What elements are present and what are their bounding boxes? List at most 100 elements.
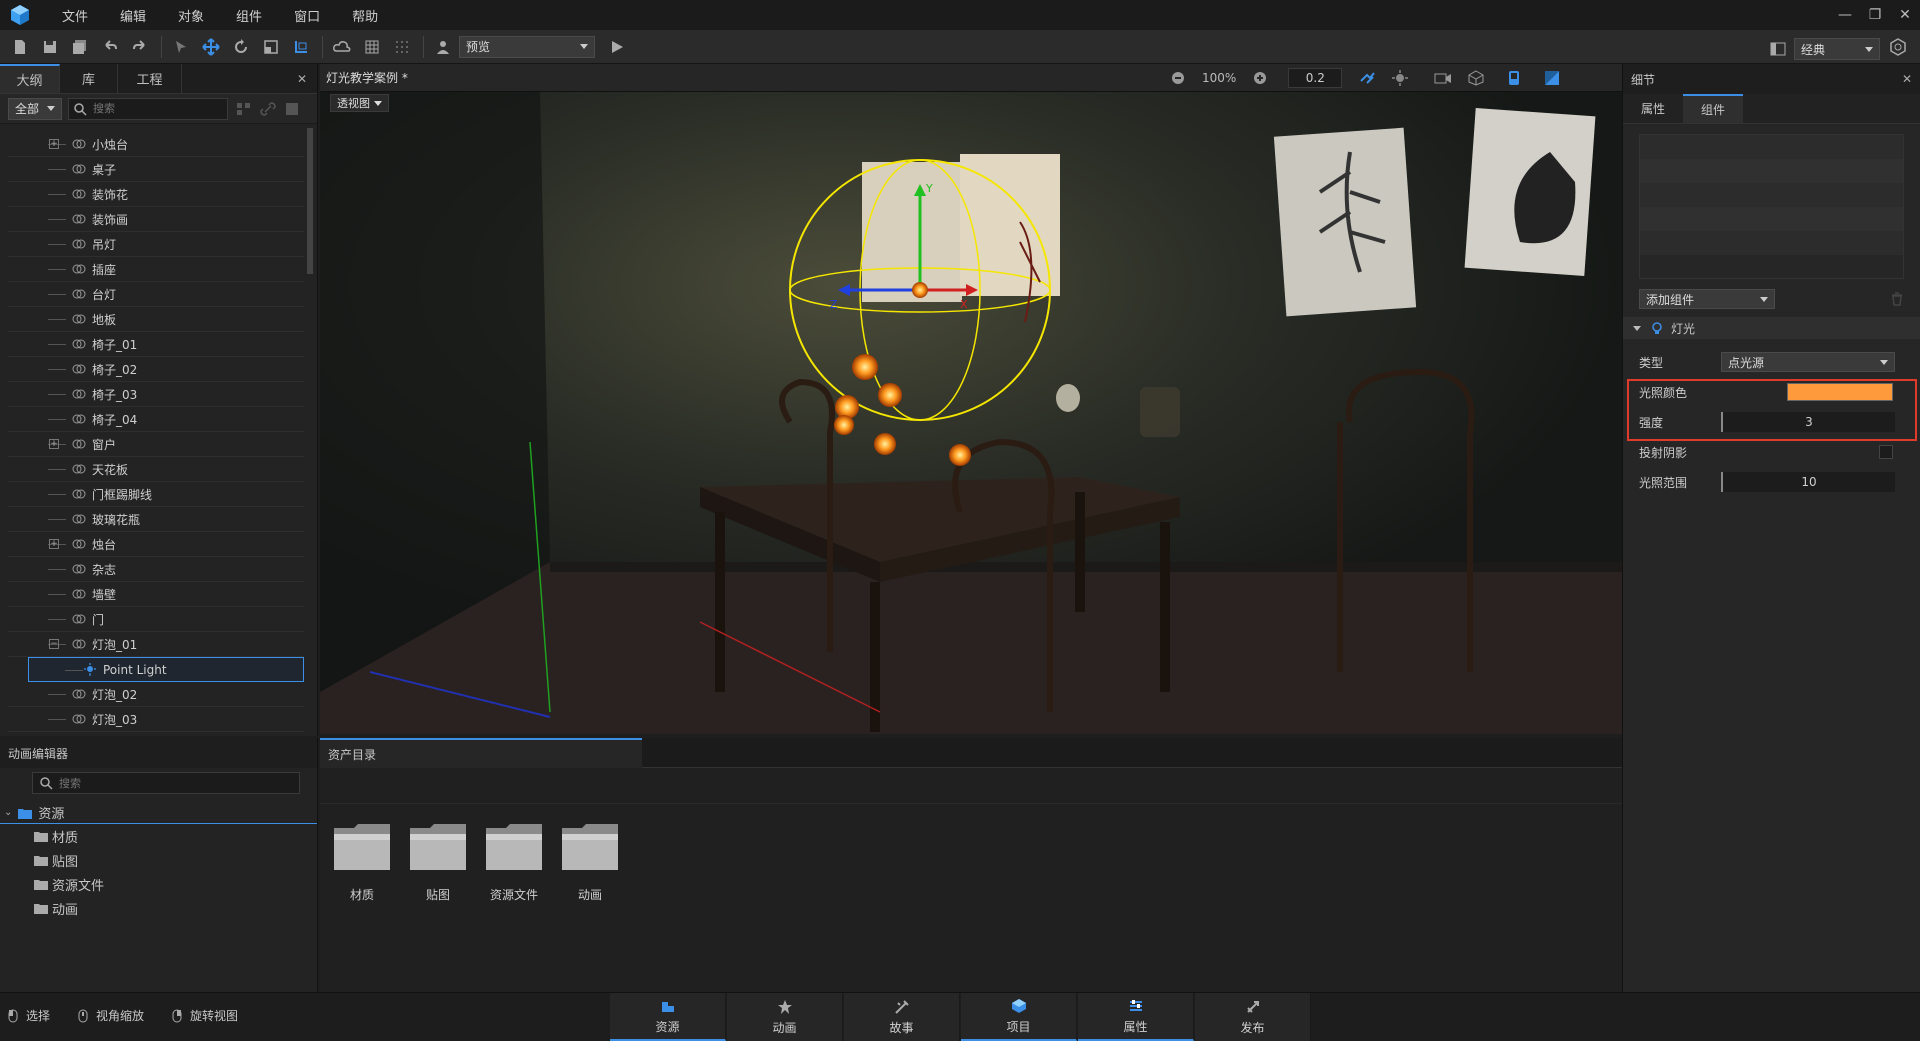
scale-tool-icon[interactable] [257, 33, 285, 61]
menu-help[interactable]: 帮助 [336, 6, 394, 25]
outline-item[interactable]: − 灯泡_01 [8, 632, 304, 657]
sort-icon[interactable] [236, 101, 252, 117]
tab-properties[interactable]: 属性 [1623, 94, 1683, 123]
outline-item[interactable]: + 烛台 [8, 532, 304, 557]
save-icon[interactable] [36, 33, 64, 61]
preview-dropdown[interactable]: 预览 [459, 35, 595, 58]
snap-value-field[interactable]: 0.2 [1288, 67, 1343, 88]
tab-project[interactable]: 工程 [118, 64, 182, 93]
outline-item[interactable]: 椅子_03 [8, 382, 304, 407]
camera-icon[interactable] [1434, 70, 1452, 86]
tab-components[interactable]: 组件 [1683, 94, 1743, 123]
visibility-icon[interactable] [284, 101, 300, 117]
zoom-out-icon[interactable] [1170, 70, 1186, 86]
outline-item[interactable]: 插座 [8, 257, 304, 282]
outline-scrollbar[interactable] [307, 128, 313, 274]
tab-asset-catalog[interactable]: 资产目录 [320, 738, 642, 768]
view-mode-dropdown[interactable]: 透视图 [330, 94, 389, 112]
outline-item[interactable]: 门框踢脚线 [8, 482, 304, 507]
tree-item[interactable]: 贴图 [34, 848, 317, 872]
close-panel-icon[interactable]: ✕ [287, 64, 317, 93]
light-settings-icon[interactable] [1392, 69, 1409, 86]
gradient-icon[interactable] [1544, 70, 1560, 86]
light-section-header[interactable]: 灯光 [1623, 317, 1920, 339]
outline-search-input[interactable] [93, 102, 213, 115]
anim-search-field[interactable] [32, 772, 300, 794]
close-panel-icon[interactable]: ✕ [1902, 72, 1912, 86]
menu-component[interactable]: 组件 [220, 6, 278, 25]
bottom-tab[interactable]: 资源 [610, 993, 726, 1041]
outline-item[interactable]: 墙壁 [8, 582, 304, 607]
tab-outline[interactable]: 大纲 [0, 64, 60, 93]
range-field[interactable]: 10 [1721, 472, 1895, 492]
add-component-dropdown[interactable]: 添加组件 [1639, 289, 1775, 309]
asset-folder[interactable]: 资源文件 [484, 822, 544, 903]
outline-item[interactable]: 装饰花 [8, 182, 304, 207]
expand-icon[interactable]: + [49, 439, 59, 449]
bottom-tab[interactable]: 项目 [961, 993, 1077, 1041]
redo-icon[interactable] [126, 33, 154, 61]
tree-item[interactable]: 材质 [34, 824, 317, 848]
zoom-in-icon[interactable] [1252, 70, 1268, 86]
rotate-tool-icon[interactable] [227, 33, 255, 61]
layout-icon[interactable] [1764, 35, 1792, 63]
scene-viewport[interactable]: X Y Z 透视图 [320, 92, 1622, 734]
menu-object[interactable]: 对象 [162, 6, 220, 25]
bottom-tab[interactable]: 属性 [1078, 993, 1194, 1041]
outline-item[interactable]: 玻璃花瓶 [8, 507, 304, 532]
outline-item[interactable]: Point Light [28, 657, 304, 682]
select-tool-icon[interactable] [167, 33, 195, 61]
trash-icon[interactable] [1890, 292, 1904, 306]
outline-item[interactable]: 桌子 [8, 157, 304, 182]
collapse-icon[interactable]: − [49, 639, 59, 649]
tree-root-assets[interactable]: ⌄ 资源 [0, 802, 317, 824]
outline-item[interactable]: 椅子_01 [8, 332, 304, 357]
filter-dropdown[interactable]: 全部 [8, 97, 62, 120]
save-all-icon[interactable] [66, 33, 94, 61]
undo-icon[interactable] [96, 33, 124, 61]
outline-item[interactable]: 台灯 [8, 282, 304, 307]
anim-search-input[interactable] [59, 776, 259, 790]
outline-search-field[interactable] [68, 97, 228, 120]
avatar-icon[interactable] [429, 33, 457, 61]
outline-item[interactable]: 天花板 [8, 457, 304, 482]
outline-item[interactable]: 地板 [8, 307, 304, 332]
bottom-tab[interactable]: 动画 [727, 993, 843, 1041]
link-icon[interactable] [260, 101, 276, 117]
outline-item[interactable]: 门 [8, 607, 304, 632]
tree-item[interactable]: 动画 [34, 896, 317, 920]
play-icon[interactable] [603, 33, 631, 61]
menu-window[interactable]: 窗口 [278, 6, 336, 25]
outline-item[interactable]: 装饰画 [8, 207, 304, 232]
type-dropdown[interactable]: 点光源 [1721, 352, 1895, 372]
menu-file[interactable]: 文件 [46, 6, 104, 25]
asset-folder[interactable]: 贴图 [408, 822, 468, 903]
cube-icon[interactable] [1468, 69, 1484, 86]
render-mode-icon[interactable] [1506, 70, 1522, 86]
cast-shadow-checkbox[interactable] [1879, 445, 1893, 459]
move-tool-icon[interactable] [197, 33, 225, 61]
outline-item[interactable]: 吊灯 [8, 232, 304, 257]
component-list[interactable] [1639, 134, 1904, 279]
expand-icon[interactable]: + [49, 139, 59, 149]
pivot-tool-icon[interactable] [287, 33, 315, 61]
outline-item[interactable]: + 窗户 [8, 432, 304, 457]
grid-icon[interactable] [358, 33, 386, 61]
expand-icon[interactable]: + [49, 539, 59, 549]
outline-item[interactable]: 杂志 [8, 557, 304, 582]
outline-item[interactable]: + 小烛台 [8, 132, 304, 157]
close-icon[interactable]: ✕ [1890, 0, 1920, 30]
outline-item[interactable]: 椅子_04 [8, 407, 304, 432]
outline-item[interactable]: 灯泡_03 [8, 707, 304, 732]
dot-grid-icon[interactable] [388, 33, 416, 61]
settings-icon[interactable] [1884, 33, 1912, 61]
restore-icon[interactable]: ❐ [1860, 0, 1890, 30]
minimize-icon[interactable]: — [1830, 0, 1860, 30]
menu-edit[interactable]: 编辑 [104, 6, 162, 25]
new-file-icon[interactable] [6, 33, 34, 61]
outline-item[interactable]: 灯泡_02 [8, 682, 304, 707]
cloud-icon[interactable] [328, 33, 356, 61]
outline-item[interactable]: 椅子_02 [8, 357, 304, 382]
bottom-tab[interactable]: 故事 [844, 993, 960, 1041]
asset-folder[interactable]: 动画 [560, 822, 620, 903]
